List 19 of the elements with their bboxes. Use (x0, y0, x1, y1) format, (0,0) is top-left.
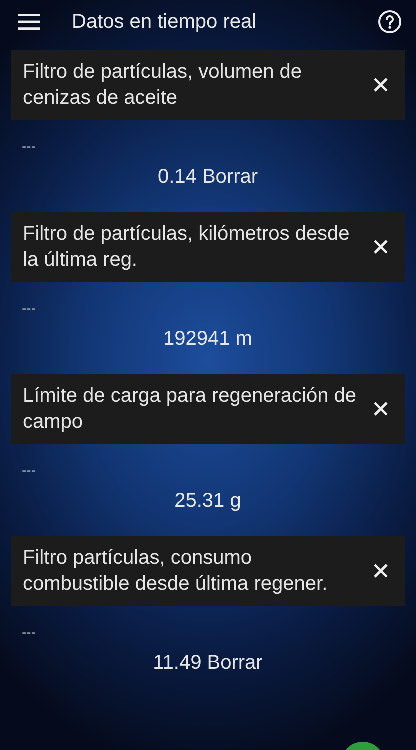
close-icon (373, 563, 389, 579)
parameter-title: Límite de carga para regeneración de campo (23, 384, 358, 435)
menu-icon[interactable] (18, 14, 40, 30)
close-icon (373, 77, 389, 93)
parameter-title: Filtro de partículas, kilómetros desde la última reg. (23, 222, 351, 273)
placeholder-value: --- (22, 138, 36, 154)
parameter-value: 25.31 g (174, 490, 242, 513)
help-icon[interactable] (378, 10, 402, 34)
parameter-title: Filtro partículas, consumo combustible desde última regener. (23, 546, 329, 597)
placeholder-value: --- (22, 300, 36, 316)
placeholder-value: --- (22, 462, 36, 478)
placeholder-value: --- (22, 624, 36, 640)
close-icon (373, 239, 389, 255)
parameter-value: 11.49 Borrar (153, 652, 263, 675)
close-icon (373, 401, 389, 417)
parameter-value: 0.14 Borrar (158, 166, 258, 189)
screen-title: Datos en tiempo real (72, 10, 258, 34)
parameter-title: Filtro de partículas, volumen de cenizas de aceite (23, 60, 304, 111)
parameter-value: 192941 m (164, 328, 252, 351)
